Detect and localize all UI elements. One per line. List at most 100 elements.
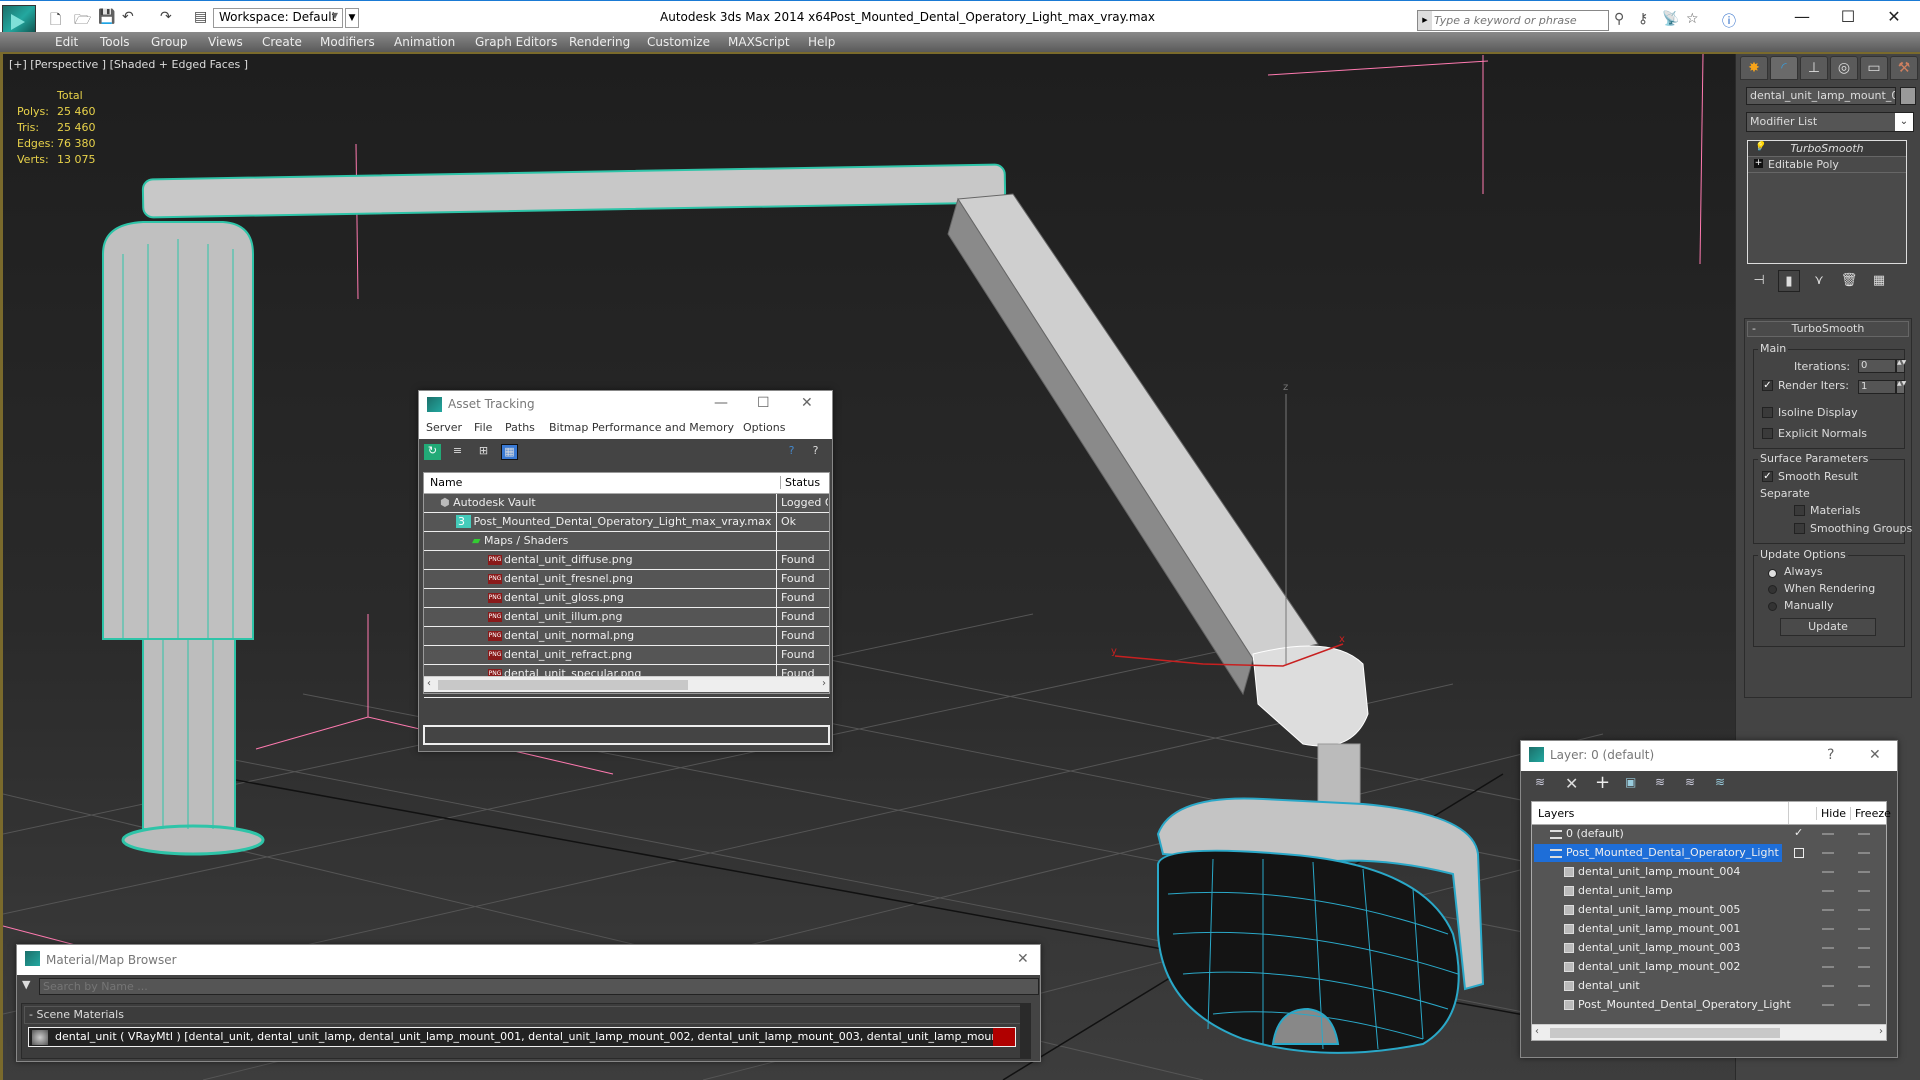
asset-row[interactable]: PNG dental_unit_fresnel.png Found [424, 570, 829, 589]
tree-view-icon[interactable]: ⊞ [475, 444, 492, 460]
column-layers[interactable]: Layers [1538, 807, 1574, 820]
object-color-swatch[interactable] [1900, 87, 1916, 105]
radio-manually[interactable] [1768, 602, 1777, 611]
dialog-title-bar[interactable]: Layer: 0 (default) ? ✕ [1521, 741, 1897, 771]
redo-icon[interactable]: ↷ [160, 9, 172, 25]
satellite-icon[interactable]: 📡 [1662, 11, 1679, 27]
object-row[interactable]: dental_unit_lamp [1532, 882, 1886, 901]
menu-bitmap-performance[interactable]: Bitmap Performance and Memory [549, 421, 734, 434]
modify-tab-icon[interactable]: ◜ [1770, 56, 1798, 80]
freeze-toggle[interactable] [1858, 985, 1870, 987]
workspace-dropdown[interactable]: Workspace: Default ▼ [213, 8, 343, 28]
hide-toggle[interactable] [1822, 890, 1834, 892]
maximize-button[interactable]: ☐ [1828, 7, 1868, 26]
iterations-spinner-arrows[interactable]: ▲▼ [1896, 359, 1906, 373]
hide-toggle[interactable] [1822, 928, 1834, 930]
menu-maxscript[interactable]: MAXScript [728, 35, 790, 49]
search-input[interactable] [1434, 12, 1604, 28]
column-name[interactable]: Name [430, 476, 462, 489]
separate-smoothing-groups-checkbox[interactable] [1794, 523, 1805, 534]
expand-plus-icon[interactable]: + [1754, 159, 1763, 168]
key-icon[interactable]: ⚷ [1638, 11, 1648, 27]
close-button[interactable]: ✕ [801, 395, 813, 411]
freeze-toggle[interactable] [1858, 871, 1870, 873]
infocenter-search[interactable]: ▶ [1417, 10, 1609, 31]
dialog-title-bar[interactable]: Material/Map Browser ✕ [17, 945, 1040, 975]
motion-tab-icon[interactable]: ◎ [1830, 56, 1858, 80]
open-file-icon[interactable]: 🗁 [74, 9, 91, 33]
object-row[interactable]: dental_unit_lamp_mount_002 [1532, 958, 1886, 977]
freeze-toggle[interactable] [1858, 852, 1870, 854]
scrollbar-thumb[interactable] [438, 680, 688, 690]
menu-edit[interactable]: Edit [55, 35, 78, 49]
freeze-toggle[interactable] [1858, 833, 1870, 835]
object-row[interactable]: Post_Mounted_Dental_Operatory_Light [1532, 996, 1886, 1015]
menu-group[interactable]: Group [151, 35, 188, 49]
hide-toggle[interactable] [1822, 833, 1834, 835]
render-iters-spinner-arrows[interactable]: ▲▼ [1896, 380, 1906, 394]
asset-row[interactable]: ▰ Maps / Shaders [424, 532, 829, 551]
asset-row[interactable]: PNG dental_unit_diffuse.png Found [424, 551, 829, 570]
menu-graph-editors[interactable]: Graph Editors [475, 35, 557, 49]
project-folder-icon[interactable]: ▤ [194, 9, 207, 25]
column-hide[interactable]: Hide [1816, 807, 1846, 820]
update-button[interactable]: Update [1780, 618, 1876, 636]
render-iters-checkbox[interactable]: ✓ [1762, 380, 1773, 391]
menu-create[interactable]: Create [262, 35, 302, 49]
object-row[interactable]: dental_unit_lamp_mount_005 [1532, 901, 1886, 920]
options-menu-icon[interactable]: ▼ [22, 978, 30, 991]
freeze-toggle[interactable] [1858, 928, 1870, 930]
remove-modifier-icon[interactable]: 🗑 [1838, 270, 1860, 292]
stack-item-editable-poly[interactable]: + Editable Poly [1748, 157, 1906, 173]
asset-row[interactable]: PNG dental_unit_normal.png Found [424, 627, 829, 646]
menu-paths[interactable]: Paths [505, 421, 535, 434]
hide-toggle[interactable] [1822, 871, 1834, 873]
star-icon[interactable]: ☆ [1686, 11, 1699, 27]
viewport-label[interactable]: [+] [Perspective ] [Shaded + Edged Faces… [9, 58, 248, 71]
minimize-button[interactable]: — [1782, 7, 1822, 26]
asset-row[interactable]: PNG dental_unit_refract.png Found [424, 646, 829, 665]
menu-animation[interactable]: Animation [394, 35, 455, 49]
smooth-result-checkbox[interactable]: ✓ [1762, 471, 1773, 482]
lamp-head[interactable] [1156, 797, 1485, 1054]
object-row[interactable]: dental_unit_lamp_mount_004 [1532, 863, 1886, 882]
scene-canvas[interactable]: z y x [3, 54, 1735, 1080]
help-button[interactable]: ? [1827, 747, 1834, 763]
maximize-button[interactable]: ☐ [757, 395, 770, 411]
close-button[interactable]: ✕ [1869, 747, 1881, 763]
freeze-toggle[interactable] [1858, 966, 1870, 968]
binoculars-icon[interactable]: ⚲ [1614, 11, 1624, 27]
create-layer-icon[interactable]: ≋ [1535, 775, 1545, 789]
menu-modifiers[interactable]: Modifiers [320, 35, 375, 49]
asset-row[interactable]: PNG dental_unit_gloss.png Found [424, 589, 829, 608]
asset-row[interactable]: PNG dental_unit_illum.png Found [424, 608, 829, 627]
new-file-icon[interactable]: 🗋 [50, 9, 61, 33]
freeze-toggle[interactable] [1858, 890, 1870, 892]
radio-when-rendering[interactable] [1768, 585, 1777, 594]
lightbulb-icon[interactable]: 💡 [1754, 143, 1765, 152]
horizontal-scrollbar[interactable]: ‹ › [1532, 1024, 1886, 1040]
hide-toggle[interactable] [1822, 985, 1834, 987]
vertical-scrollbar[interactable] [1020, 1004, 1030, 1058]
freeze-toggle[interactable] [1858, 1004, 1870, 1006]
radio-always[interactable] [1768, 569, 1777, 578]
stack-item-turbosmooth[interactable]: 💡 TurboSmooth [1748, 141, 1906, 157]
show-end-result-icon[interactable]: ▮ [1778, 270, 1800, 292]
pin-stack-icon[interactable]: ⊣ [1748, 270, 1770, 292]
help-icon[interactable]: ⓘ [1722, 11, 1736, 31]
layer-row[interactable]: 0 (default) ✓ [1532, 825, 1886, 844]
hierarchy-tab-icon[interactable]: ⊥ [1800, 56, 1828, 80]
modifier-list-dropdown[interactable]: Modifier List ⌄ [1746, 112, 1914, 132]
hide-toggle[interactable] [1822, 947, 1834, 949]
object-name-field[interactable]: dental_unit_lamp_mount_004 [1746, 87, 1896, 105]
layer-properties-icon[interactable]: ≋ [1715, 775, 1725, 789]
set-current-checkbox[interactable] [1794, 848, 1804, 858]
hide-toggle[interactable] [1822, 966, 1834, 968]
menu-options[interactable]: Options [743, 421, 785, 434]
undo-icon[interactable]: ↶ [122, 9, 134, 25]
object-row[interactable]: dental_unit_lamp_mount_001 [1532, 920, 1886, 939]
rollout-header[interactable]: - TurboSmooth [1747, 321, 1909, 337]
menu-customize[interactable]: Customize [647, 35, 710, 49]
menu-help[interactable]: Help [808, 35, 835, 49]
asset-row[interactable]: ⬢ Autodesk Vault Logged O [424, 494, 829, 513]
